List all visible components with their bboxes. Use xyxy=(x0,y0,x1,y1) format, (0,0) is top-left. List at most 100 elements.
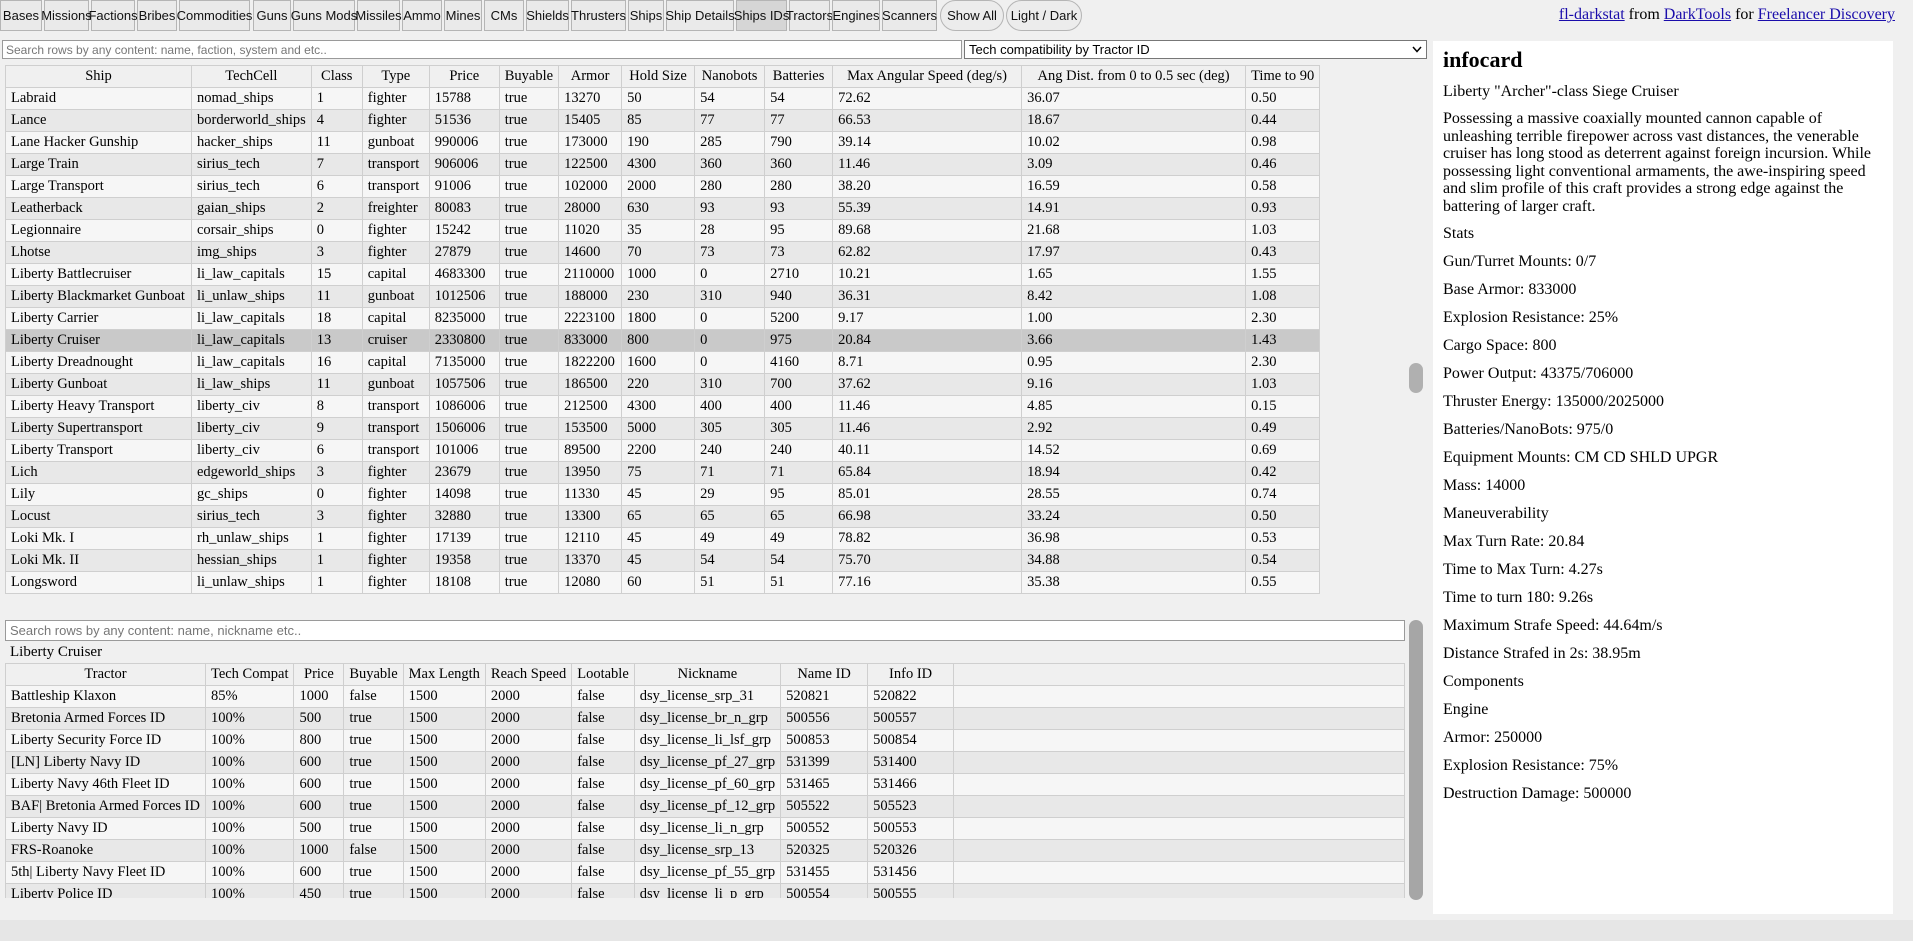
tab-light-dark[interactable]: Light / Dark xyxy=(1006,0,1082,31)
tractors-table-row[interactable]: 5th| Liberty Navy Fleet ID 100% 600 true 150… xyxy=(5,861,1405,884)
ships-table-row[interactable]: Liberty Transport liberty_civ 6 transport 10… xyxy=(5,439,1321,462)
tab-engines[interactable]: Engines xyxy=(832,0,880,31)
ship-search-input[interactable] xyxy=(2,40,962,59)
ships-table-row[interactable]: Liberty Carrier li_law_capitals 18 capital 8… xyxy=(5,307,1321,330)
ships-table-cell: Large Transport xyxy=(5,175,192,198)
ships-table-row[interactable]: Liberty Dreadnought li_law_capitals 16 capi… xyxy=(5,351,1321,374)
ships-table-row[interactable]: Loki Mk. II hessian_ships 1 fighter 19358 tru… xyxy=(5,549,1321,572)
tab-bases[interactable]: Bases xyxy=(0,0,42,31)
ships-column-header[interactable]: Buyable xyxy=(498,65,560,88)
ships-table-row[interactable]: Leatherback gaian_ships 2 freighter 80083 tru… xyxy=(5,197,1321,220)
tractors-column-header[interactable]: Nickname xyxy=(633,663,782,686)
tab-missiles[interactable]: Missiles xyxy=(355,0,402,31)
tab-mines[interactable]: Mines xyxy=(444,0,482,31)
ships-table-row[interactable]: Lily gc_ships 0 fighter 14098 true 11330 45 29 95… xyxy=(5,483,1321,506)
ships-table-row[interactable]: Lhotse img_ships 3 fighter 27879 true 14600 70 7… xyxy=(5,241,1321,264)
tab-shields[interactable]: Shields xyxy=(526,0,569,31)
ships-table-cell: 1.03 xyxy=(1245,373,1321,396)
ships-table-row[interactable]: Legionnaire corsair_ships 0 fighter 15242 tru… xyxy=(5,219,1321,242)
tractors-table-row[interactable]: Liberty Navy ID 100% 500 true 1500 2000 false d… xyxy=(5,817,1405,840)
tab-commodities[interactable]: Commodities xyxy=(177,0,252,31)
tractors-table-row[interactable]: Liberty Police ID 100% 450 true 1500 2000 fals… xyxy=(5,883,1405,898)
ships-table-row[interactable]: Lich edgeworld_ships 3 fighter 23679 true 1395… xyxy=(5,461,1321,484)
ships-column-header[interactable]: Ship xyxy=(5,65,192,88)
ships-column-header[interactable]: Max Angular Speed (deg/s) xyxy=(832,65,1023,88)
tractor-search-input[interactable] xyxy=(5,620,1405,641)
ships-table-row[interactable]: Labraid nomad_ships 1 fighter 15788 true 13270… xyxy=(5,87,1321,110)
tab-tractors[interactable]: Tractors xyxy=(786,0,833,31)
ships-table-cell: 1 xyxy=(310,571,363,594)
ships-table-row[interactable]: Liberty Gunboat li_law_ships 11 gunboat 1057… xyxy=(5,373,1321,396)
infocard-line: Time to Max Turn: 4.27s xyxy=(1443,561,1603,578)
tractors-table-cell: true xyxy=(343,707,404,730)
tab-ammo[interactable]: Ammo xyxy=(402,0,442,31)
ships-table-cell: 1057506 xyxy=(428,373,500,396)
tractors-table-row[interactable]: Battleship Klaxon 85% 1000 false 1500 2000 fal… xyxy=(5,685,1405,708)
ships-table-row[interactable]: Loki Mk. Irh_unlaw_ships 1 fighter 17139 tru… xyxy=(5,527,1321,550)
tab-ships-ids[interactable]: Ships IDs xyxy=(734,0,789,31)
tractors-table-cell: dsy_license_pf_60_grp xyxy=(633,773,782,796)
tractors-column-header[interactable]: Price xyxy=(293,663,345,686)
tractors-column-header[interactable]: Reach Speed xyxy=(484,663,573,686)
ships-table-row[interactable]: Liberty Cruiser li_law_capitals 13 cruiser 2… xyxy=(5,329,1321,352)
ships-column-header[interactable]: Time to 90 xyxy=(1245,65,1321,88)
tab-scanners[interactable]: Scanners xyxy=(882,0,937,31)
ships-column-header[interactable]: Price xyxy=(428,65,500,88)
ships-table-row[interactable]: Lane Hacker Gunship hacker_ships 11 gunboat… xyxy=(5,131,1321,154)
tab-cms[interactable]: CMs xyxy=(484,0,524,31)
tractors-table-row[interactable]: Bretonia Armed Forces ID 100% 500 true 1500 2… xyxy=(5,707,1405,730)
tab-bribes[interactable]: Bribes xyxy=(137,0,177,31)
tractors-vertical-scrollbar[interactable] xyxy=(1409,620,1423,902)
tractors-column-header[interactable]: Info ID xyxy=(867,663,955,686)
ships-table-row[interactable]: Longsword li_unlaw_ships 1 fighter 18108 true… xyxy=(5,571,1321,594)
tractors-column-header[interactable]: Tech Compat xyxy=(204,663,295,686)
tab-show-all[interactable]: Show All xyxy=(940,0,1004,31)
ships-table-row[interactable]: Locust sirius_tech 3 fighter 32880 true 13300 6… xyxy=(5,505,1321,528)
ships-table-row[interactable]: Liberty Blackmarket Gunboat li_unlaw_ship… xyxy=(5,285,1321,308)
ships-vertical-scrollbar[interactable] xyxy=(1409,65,1423,625)
tab-guns[interactable]: Guns xyxy=(253,0,291,31)
tech-compat-select[interactable]: Tech compatibility by Tractor ID xyxy=(964,40,1427,59)
tractors-column-header[interactable]: Buyable xyxy=(343,663,404,686)
ships-table-row[interactable]: Liberty Battlecruiser li_law_capitals 15 ca… xyxy=(5,263,1321,286)
ships-column-header[interactable]: Ang Dist. from 0 to 0.5 sec (deg) xyxy=(1021,65,1247,88)
tab-ship-details[interactable]: Ship Details xyxy=(665,0,735,31)
ships-column-header[interactable]: Type xyxy=(361,65,430,88)
tractors-table-row[interactable]: [LN] Liberty Navy ID 100% 600 true 1500 2000 f… xyxy=(5,751,1405,774)
tractors-table-row[interactable]: BAF| Bretonia Armed Forces ID 100% 600 true… xyxy=(5,795,1405,818)
ships-table-cell: 1.43 xyxy=(1245,329,1321,352)
ships-table-row[interactable]: Large Train sirius_tech 7 transport 906006 tr… xyxy=(5,153,1321,176)
tab-factions[interactable]: Factions xyxy=(88,0,138,31)
ships-table-cell: 27879 xyxy=(428,241,500,264)
ships-column-header[interactable]: Hold Size xyxy=(621,65,696,88)
ships-table-cell: sirius_tech xyxy=(191,153,312,176)
tractors-column-header[interactable]: Max Length xyxy=(402,663,486,686)
ships-column-header[interactable]: Armor xyxy=(558,65,623,88)
tab-thrusters[interactable]: Thrusters xyxy=(571,0,626,31)
tractors-table-row[interactable]: FRS-Roanoke 100% 1000 false 1500 2000 false dsy… xyxy=(5,839,1405,862)
tab-missions[interactable]: Missions xyxy=(41,0,92,31)
tractors-column-header[interactable]: Name ID xyxy=(780,663,869,686)
freelancer-discovery-link[interactable]: Freelancer Discovery xyxy=(1758,6,1895,23)
tractors-column-header[interactable]: Tractor xyxy=(5,663,206,686)
ships-table-row[interactable]: Liberty Heavy Transport liberty_civ 8 trans… xyxy=(5,395,1321,418)
ships-scrollbar-thumb[interactable] xyxy=(1409,363,1423,393)
ships-table-row[interactable]: Liberty Supertransport liberty_civ 9 transp… xyxy=(5,417,1321,440)
tab-ships[interactable]: Ships xyxy=(628,0,664,31)
darktools-link[interactable]: DarkTools xyxy=(1664,6,1731,23)
ships-table-cell: liberty_civ xyxy=(191,439,312,462)
fl-darkstat-link[interactable]: fl-darkstat xyxy=(1559,6,1625,23)
tractors-table-row[interactable]: Liberty Security Force ID 100% 800 true 1500… xyxy=(5,729,1405,752)
tab-guns-mods[interactable]: Guns Mods xyxy=(291,0,357,31)
tractors-column-header[interactable]: Lootable xyxy=(571,663,635,686)
tractors-column-header[interactable] xyxy=(953,663,1405,686)
ships-column-header[interactable]: Batteries xyxy=(764,65,834,88)
tractors-scrollbar-thumb[interactable] xyxy=(1409,620,1423,900)
ships-column-header[interactable]: Nanobots xyxy=(694,65,766,88)
ships-column-header[interactable]: Class xyxy=(310,65,363,88)
ships-table-row[interactable]: Large Transport sirius_tech 6 transport 9100… xyxy=(5,175,1321,198)
ships-column-header[interactable]: TechCell xyxy=(191,65,312,88)
ships-table-row[interactable]: Lance borderworld_ships 4 fighter 51536 true 1… xyxy=(5,109,1321,132)
tractors-table-row[interactable]: Liberty Navy 46th Fleet ID 100% 600 true 150… xyxy=(5,773,1405,796)
ships-table-cell: 39.14 xyxy=(832,131,1023,154)
